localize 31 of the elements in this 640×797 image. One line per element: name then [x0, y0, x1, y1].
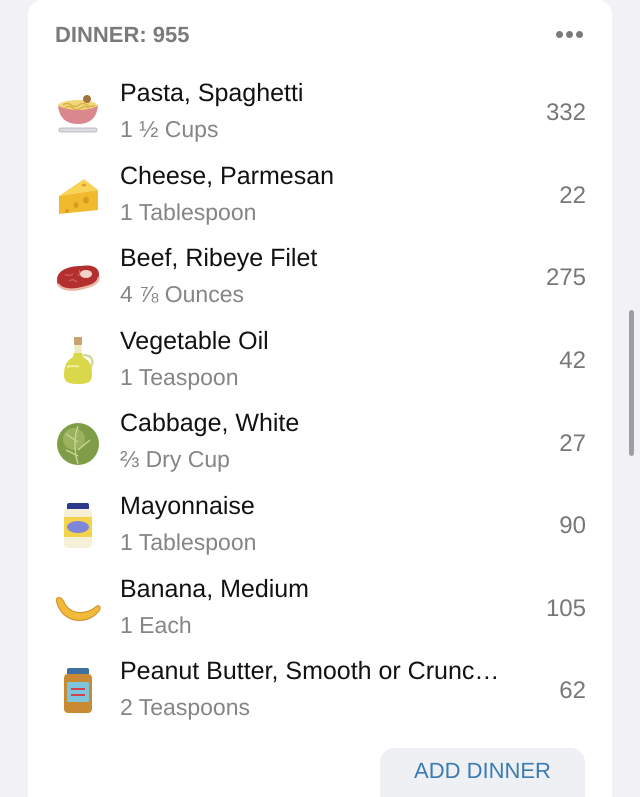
food-name: Pasta, Spaghetti [120, 78, 304, 108]
serving-amount: 1 Each [120, 610, 192, 640]
pasta-bowl-icon [55, 92, 101, 134]
calorie-count: 105 [546, 594, 586, 624]
calorie-count: 22 [559, 180, 586, 211]
food-name: Mayonnaise [120, 490, 255, 521]
serving-amount: ⅔ Dry Cup [120, 445, 230, 474]
food-name: Banana, Medium [120, 574, 310, 604]
food-name: Peanut Butter, Smooth or Crunc… [120, 656, 500, 686]
food-name: Cabbage, White [120, 408, 300, 438]
calorie-count: 275 [546, 263, 586, 294]
meal-title: DINNER: 955 [55, 22, 190, 48]
food-name: Vegetable Oil [120, 326, 269, 356]
serving-amount: 4 ⅞ Ounces [120, 280, 244, 310]
jar-icon [62, 668, 94, 714]
serving-amount: 1 Tablespoon [120, 198, 256, 227]
food-name: Cheese, Parmesan [120, 160, 334, 191]
calorie-count: 62 [559, 676, 586, 706]
serving-amount: 1 Teaspoon [120, 362, 239, 392]
serving-amount: 1 Tablespoon [120, 528, 256, 557]
calorie-count: 332 [546, 98, 586, 128]
calorie-count: 90 [559, 511, 586, 542]
cabbage-icon [56, 422, 100, 466]
food-name: Beef, Ribeye Filet [120, 243, 318, 274]
calorie-count: 27 [559, 428, 586, 459]
more-icon[interactable] [556, 31, 583, 38]
add-dinner-button[interactable]: ADD DINNER [380, 748, 585, 797]
jar-icon [62, 503, 94, 550]
serving-amount: 1 ½ Cups [120, 115, 218, 144]
serving-amount: 2 Teaspoons [120, 693, 250, 722]
calorie-count: 42 [559, 346, 586, 376]
